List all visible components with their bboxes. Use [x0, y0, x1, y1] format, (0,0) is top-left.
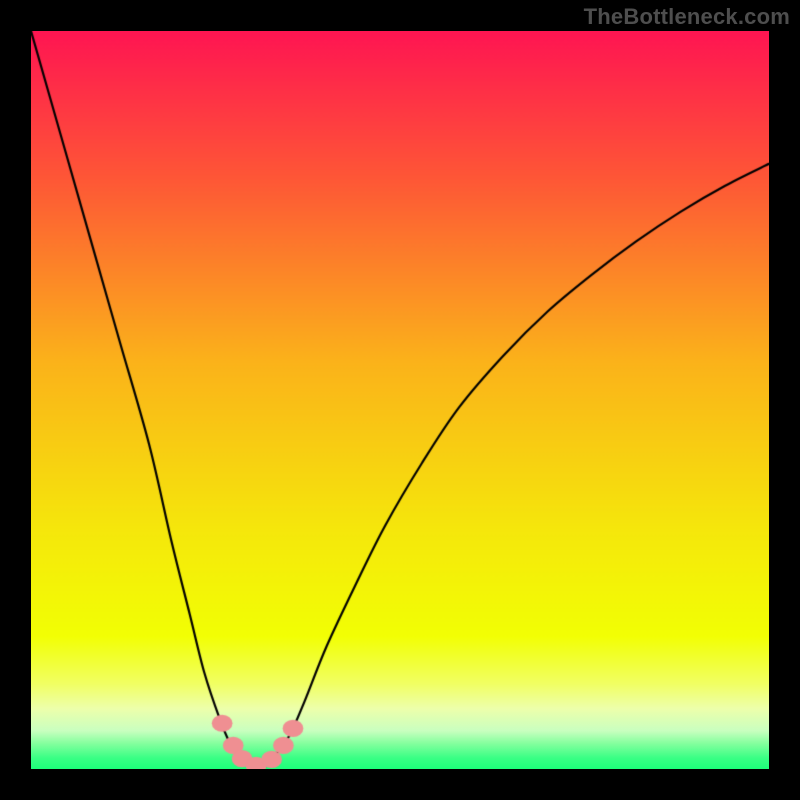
- chart-container: TheBottleneck.com: [0, 0, 800, 800]
- watermark-text: TheBottleneck.com: [584, 4, 790, 30]
- bottleneck-heatmap-background: [31, 31, 769, 769]
